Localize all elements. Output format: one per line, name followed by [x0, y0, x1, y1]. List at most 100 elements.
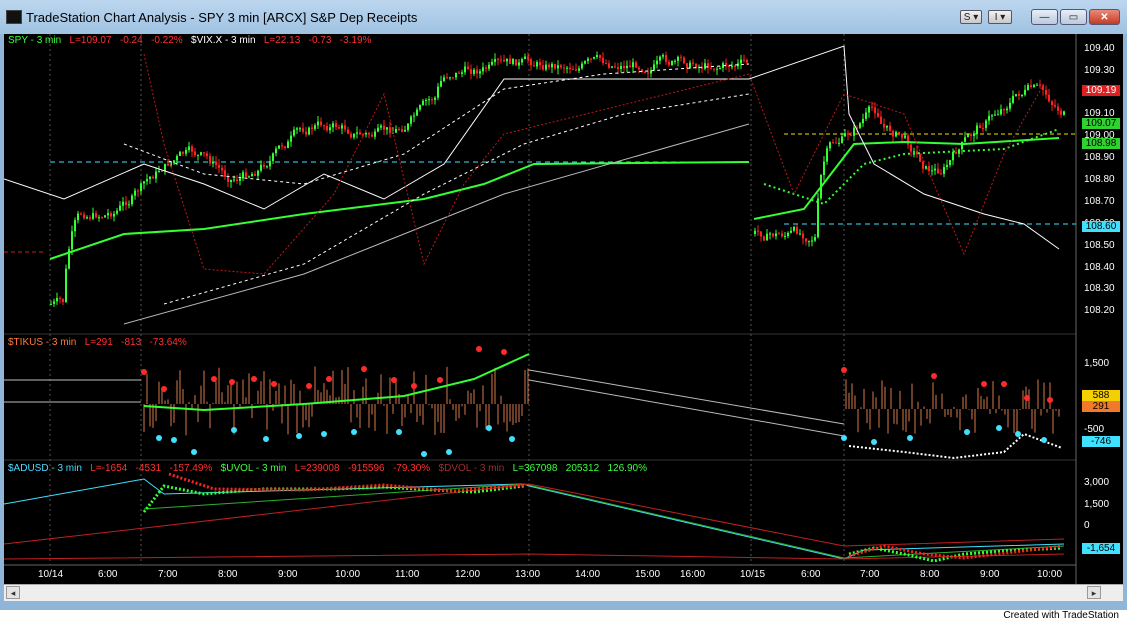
candle-body [470, 69, 472, 74]
candle-body [347, 129, 349, 134]
app-icon [6, 10, 22, 24]
candle-body [272, 153, 274, 162]
candle-body [853, 127, 855, 136]
candle-body [919, 154, 921, 162]
candle-body [380, 125, 382, 128]
candle-body [826, 148, 828, 162]
candle-body [74, 220, 76, 232]
candle-body [620, 66, 622, 70]
horizontal-scrollbar[interactable]: ◂ ▸ [4, 584, 1123, 601]
candle-body [278, 145, 280, 149]
chart-canvas[interactable] [4, 34, 1123, 584]
legend-dvol-change: 205312 [565, 463, 600, 474]
candle-body [422, 100, 424, 106]
tick-low-marker [263, 436, 269, 442]
legend-vix: $VIX.X - 3 min [191, 35, 256, 46]
symbol-link-i-button[interactable]: I ▾ [988, 10, 1012, 24]
candle-body [239, 178, 241, 181]
candle-body [437, 86, 439, 98]
candle-body [1048, 94, 1050, 102]
candle-body [407, 123, 409, 130]
candle-body [257, 170, 259, 176]
price-axis-label: 108.20 [1084, 305, 1115, 316]
candle-body [763, 236, 765, 241]
candle-body [521, 59, 523, 63]
candle-body [77, 213, 79, 221]
time-axis-label: 11:00 [395, 569, 420, 580]
price-pane-legend: SPY - 3 min L=109.07 -0.24 -0.22% $VIX.X… [8, 35, 371, 46]
tick-low-marker [1041, 437, 1047, 443]
chart-area[interactable]: SPY - 3 min L=109.07 -0.24 -0.22% $VIX.X… [4, 34, 1123, 584]
candle-body [185, 149, 187, 154]
tick-low-marker [421, 451, 427, 457]
candle-body [964, 137, 966, 142]
candle-body [236, 179, 238, 181]
vix-line [4, 45, 1060, 250]
candle-body [778, 233, 780, 235]
candle-body [805, 238, 807, 242]
candle-body [95, 213, 97, 218]
price-axis-label: 108.80 [1084, 174, 1115, 185]
candle-body [461, 72, 463, 74]
candle-body [284, 146, 286, 149]
candle-body [473, 69, 475, 74]
minimize-button[interactable]: — [1031, 9, 1058, 25]
tick-low-marker [446, 449, 452, 455]
price-axis-label: 109.40 [1084, 43, 1115, 54]
scroll-right-button[interactable]: ▸ [1087, 586, 1101, 599]
breadth-axis-label: 3,000 [1084, 477, 1110, 488]
candle-body [832, 142, 834, 144]
candle-body [59, 297, 61, 299]
time-axis-label: 7:00 [860, 569, 880, 580]
candle-body [419, 105, 421, 110]
scroll-left-button[interactable]: ◂ [6, 586, 20, 599]
candle-body [413, 115, 415, 117]
symbol-link-s-button[interactable]: S ▾ [960, 10, 982, 24]
candle-body [140, 183, 142, 192]
tick-high-marker [841, 367, 847, 373]
maximize-button[interactable]: ▭ [1060, 9, 1087, 25]
legend-spy-pct: -0.22% [151, 35, 183, 46]
candle-body [596, 55, 598, 58]
close-button[interactable]: ✕ [1089, 9, 1120, 25]
candle-body [793, 226, 795, 231]
tick-low-marker [296, 433, 302, 439]
price-axis-label: 108.40 [1084, 262, 1115, 273]
legend-adusd-change: -4531 [135, 463, 162, 474]
tick-low-dots [848, 432, 1063, 460]
candle-body [689, 62, 691, 69]
candle-body [227, 176, 229, 182]
footer-credit: Created with TradeStation [1003, 610, 1119, 621]
tick-low-marker [171, 437, 177, 443]
candle-body [398, 129, 400, 131]
candle-body [143, 181, 145, 184]
candle-body [374, 131, 376, 137]
candle-body [913, 151, 915, 153]
legend-tikus: $TIKUS - 3 min [8, 337, 77, 348]
tick-gap-line [528, 379, 845, 437]
candle-body [506, 58, 508, 62]
time-axis-label: 8:00 [920, 569, 940, 580]
candle-body [967, 134, 969, 138]
candle-body [326, 125, 328, 131]
candle-body [599, 55, 601, 58]
candle-body [677, 56, 679, 61]
time-axis-label: 12:00 [455, 569, 481, 580]
price-tag-vix: 109.19 [1082, 85, 1120, 96]
candle-body [994, 114, 996, 116]
candle-body [1027, 85, 1029, 90]
candle-body [943, 167, 945, 174]
candle-body [356, 132, 358, 134]
price-tag-level: 108.60 [1082, 221, 1120, 232]
tick-tag-low: -746 [1082, 436, 1120, 447]
candle-body [719, 68, 721, 70]
candle-body [404, 129, 406, 132]
candle-body [817, 198, 819, 238]
candle-body [566, 67, 568, 69]
candle-body [323, 125, 325, 127]
candle-body [1006, 108, 1008, 111]
candle-body [542, 65, 544, 70]
candle-body [988, 115, 990, 121]
price-tag-last: 109.07 [1082, 118, 1120, 129]
tick-low-marker [321, 431, 327, 437]
